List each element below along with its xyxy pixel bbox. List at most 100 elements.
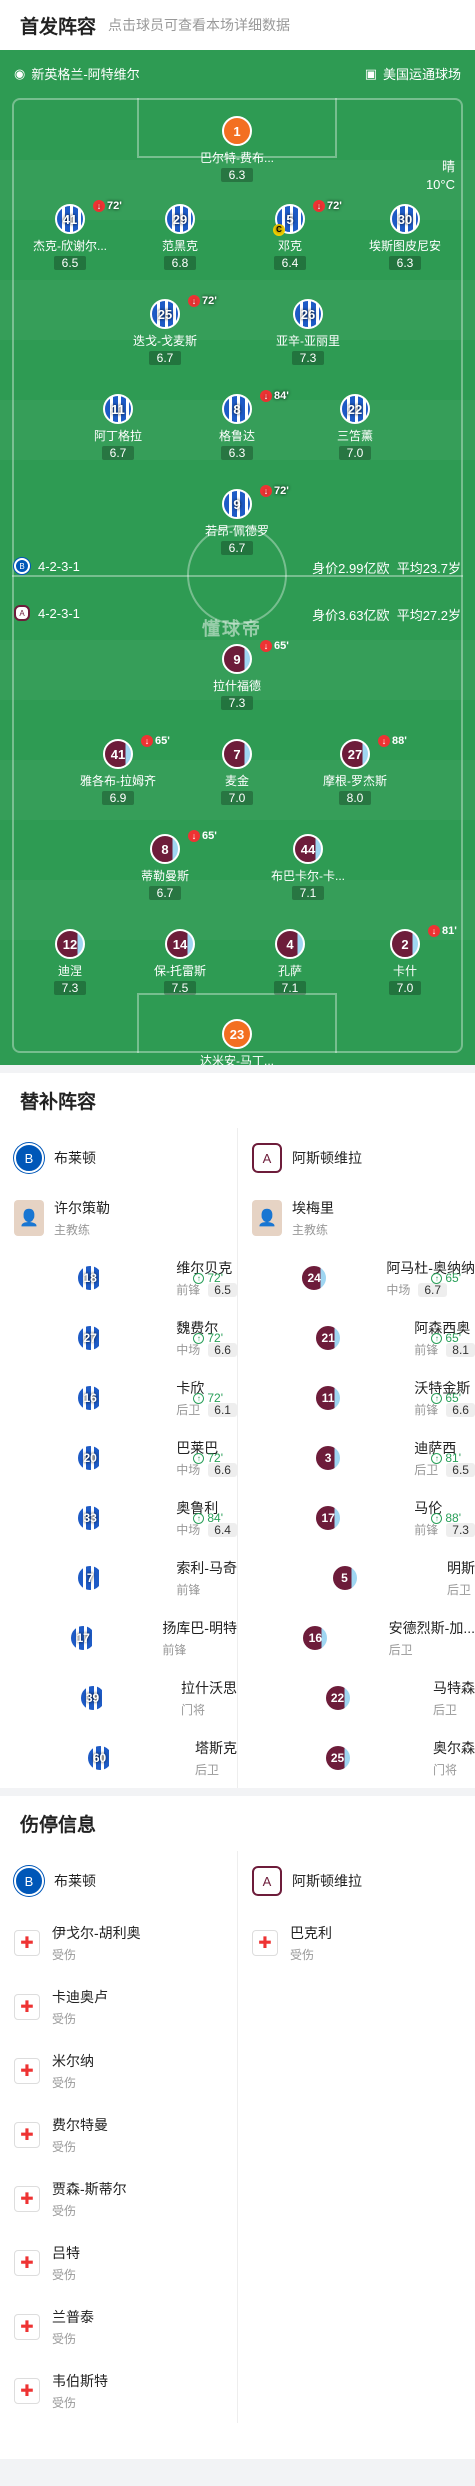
lineup-player[interactable]: 4 孔萨 7.1 <box>242 929 338 997</box>
sub-position: 后卫 <box>447 1583 472 1597</box>
lineup-player[interactable]: 8 ↓ 84' 格鲁达 6.3 <box>189 390 289 462</box>
jersey-icon: 5 <box>330 1564 359 1592</box>
lineup-player[interactable]: 22 三笘薰 7.0 <box>307 394 403 462</box>
injury-status: 受伤 <box>52 2332 77 2346</box>
lineup-player[interactable]: 12 迪涅 7.3 <box>22 929 118 997</box>
injured-player[interactable]: ✚ 巴克利 受伤 <box>252 1911 475 1975</box>
jersey-icon: 25 ↓ 72' <box>150 295 217 329</box>
medical-cross-icon: ✚ <box>14 2122 40 2148</box>
player-rating: 7.0 <box>388 981 422 995</box>
sub-player[interactable]: 11 沃特金斯 前锋 6.6 ↑ 65' <box>252 1368 475 1428</box>
jersey-icon: 24 <box>300 1264 329 1292</box>
sub-player[interactable]: 39 拉什沃思 门将 <box>14 1668 237 1728</box>
jersey-icon: 44 <box>293 834 323 864</box>
injured-name: 巴克利 <box>290 1925 332 1941</box>
jersey-icon: 22 <box>323 1684 352 1712</box>
sub-player[interactable]: 18 维尔贝克 前锋 6.5 ↑ 72' <box>14 1248 237 1308</box>
sub-player[interactable]: 22 马特森 后卫 <box>252 1668 475 1728</box>
lineup-player[interactable]: 41 ↓ 72' 杰克-欣谢尔... 6.5 <box>22 200 122 272</box>
lineup-player[interactable]: 30 埃斯图皮尼安 6.3 <box>357 204 453 272</box>
lineup-player[interactable]: 25 ↓ 72' 迭戈-戈麦斯 6.7 <box>117 295 217 367</box>
lineup-player[interactable]: 5 C ↓ 72' 邓克 6.4 <box>242 200 342 272</box>
sub-arrow-icon: ↓ <box>313 200 325 212</box>
sub-arrow-icon: ↑ <box>193 1392 205 1404</box>
lineup-player[interactable]: 23达米安-马丁...7.5 <box>189 1019 285 1065</box>
injured-name: 贾森-斯蒂尔 <box>52 2181 127 2197</box>
player-name: 迭戈-戈麦斯 <box>133 334 197 348</box>
lineup-player[interactable]: 14 保-托雷斯 7.5 <box>132 929 228 997</box>
lineup-player[interactable]: 1 巴尔特-费布... 6.3 <box>189 116 285 184</box>
sub-player[interactable]: 3 迪萨西 后卫 6.5 ↑ 81' <box>252 1428 475 1488</box>
sub-rating: 6.5 <box>208 1283 237 1297</box>
sub-player[interactable]: 33 奥鲁利 中场 6.4 ↑ 84' <box>14 1488 237 1548</box>
sub-off-marker: ↓ 72' <box>260 485 289 497</box>
sub-position: 门将 <box>433 1763 458 1777</box>
sub-player[interactable]: 21 阿森西奥 前锋 8.1 ↑ 65' <box>252 1308 475 1368</box>
player-name: 布巴卡尔-卡... <box>271 869 345 883</box>
sub-player[interactable]: 16 安德烈斯-加... 后卫 <box>252 1608 475 1668</box>
sub-name: 明斯 <box>447 1560 475 1576</box>
jersey-icon: 9 ↓ 65' <box>222 640 289 674</box>
lineup-player[interactable]: 44 布巴卡尔-卡... 7.1 <box>260 834 356 902</box>
home-coach[interactable]: 👤 许尔策勒 主教练 <box>14 1188 237 1248</box>
jersey-icon: 17 <box>69 1624 98 1652</box>
jersey-icon: 5 C ↓ 72' <box>273 200 342 236</box>
jersey-icon: 26 <box>293 299 323 329</box>
injured-name: 韦伯斯特 <box>52 2373 108 2389</box>
sub-player[interactable]: 7 索利-马奇 前锋 <box>14 1548 237 1608</box>
injured-player[interactable]: ✚ 贾森-斯蒂尔 受伤 <box>14 2167 237 2231</box>
sub-player[interactable]: 20 巴莱巴 中场 6.6 ↑ 72' <box>14 1428 237 1488</box>
lineup-player[interactable]: 8 ↓ 65' 蒂勒曼斯 6.7 <box>117 830 217 902</box>
sub-arrow-icon: ↓ <box>141 735 153 747</box>
home-value: 身价2.99亿欧 平均23.7岁 <box>312 561 461 576</box>
lineup-player[interactable]: 11 阿丁格拉 6.7 <box>70 394 166 462</box>
home-stadium: ◉ 新英格兰-阿特维尔 <box>14 65 140 83</box>
player-rating: 7.0 <box>220 791 254 805</box>
sub-player[interactable]: 5 明斯后卫 <box>252 1548 475 1608</box>
lineup-player[interactable]: 29 范黑克 6.8 <box>132 204 228 272</box>
sub-on-marker: ↑ 72' <box>193 1451 223 1465</box>
player-rating: 7.3 <box>220 696 254 710</box>
injured-player[interactable]: ✚ 米尔纳 受伤 <box>14 2039 237 2103</box>
sub-on-marker: ↑ 81' <box>431 1451 461 1465</box>
sub-player[interactable]: 16 卡欣 后卫 6.1 ↑ 72' <box>14 1368 237 1428</box>
jersey-icon: 14 <box>165 929 195 959</box>
injured-player[interactable]: ✚ 韦伯斯特 受伤 <box>14 2359 237 2423</box>
lineup-player[interactable]: 9 ↓ 65' 拉什福德 7.3 <box>189 640 289 712</box>
lineup-player[interactable]: 2 ↓ 81' 卡什 7.0 <box>357 925 457 997</box>
sub-off-marker: ↓ 81' <box>428 925 457 937</box>
sub-arrow-icon: ↑ <box>193 1272 205 1284</box>
injury-status: 受伤 <box>52 2396 77 2410</box>
injured-player[interactable]: ✚ 卡迪奥卢 受伤 <box>14 1975 237 2039</box>
player-name: 范黑克 <box>161 239 198 253</box>
sub-player[interactable]: 24 阿马杜-奥纳纳 中场 6.7 ↑ 65' <box>252 1248 475 1308</box>
lineup-player[interactable]: 41 ↓ 65' 雅各布-拉姆齐 6.9 <box>70 735 170 807</box>
lineup-player[interactable]: 27 ↓ 88' 摩根-罗杰斯 8.0 <box>307 735 407 807</box>
sub-on-marker: ↑ 65' <box>431 1271 461 1285</box>
sub-player[interactable]: 27 魏费尔 中场 6.6 ↑ 72' <box>14 1308 237 1368</box>
player-rating: 6.7 <box>148 351 182 365</box>
sub-rating: 6.4 <box>208 1523 237 1537</box>
sub-player[interactable]: 60 塔斯克 后卫 <box>14 1728 237 1788</box>
sub-player[interactable]: 17 马伦 前锋 7.3 ↑ 88' <box>252 1488 475 1548</box>
away-coach[interactable]: 👤 埃梅里 主教练 <box>252 1188 475 1248</box>
sub-player[interactable]: 25 奥尔森 门将 <box>252 1728 475 1788</box>
jersey-icon: 11 <box>314 1384 343 1412</box>
player-name: 埃斯图皮尼安 <box>368 239 441 253</box>
villa-crest-icon: A <box>252 1143 282 1173</box>
player-rating: 7.3 <box>53 981 87 995</box>
lineup-player[interactable]: 26 亚辛-亚丽里 7.3 <box>260 299 356 367</box>
lineup-player[interactable]: 9 ↓ 72' 若昂-佩德罗 6.7 <box>189 485 289 557</box>
injured-player[interactable]: ✚ 费尔特曼 受伤 <box>14 2103 237 2167</box>
injured-player[interactable]: ✚ 伊戈尔-胡利奥 受伤 <box>14 1911 237 1975</box>
sub-arrow-icon: ↓ <box>378 735 390 747</box>
sub-arrow-icon: ↓ <box>260 390 272 402</box>
player-rating: 6.3 <box>388 256 422 270</box>
injured-player[interactable]: ✚ 吕特 受伤 <box>14 2231 237 2295</box>
injured-player[interactable]: ✚ 兰普泰 受伤 <box>14 2295 237 2359</box>
player-rating: 7.1 <box>273 981 307 995</box>
sub-rating: 6.6 <box>446 1403 475 1417</box>
sub-player[interactable]: 17 扬库巴-明特 前锋 <box>14 1608 237 1668</box>
lineup-player[interactable]: 7 麦金 7.0 <box>189 739 285 807</box>
brighton-crest-icon: B <box>14 1866 44 1896</box>
